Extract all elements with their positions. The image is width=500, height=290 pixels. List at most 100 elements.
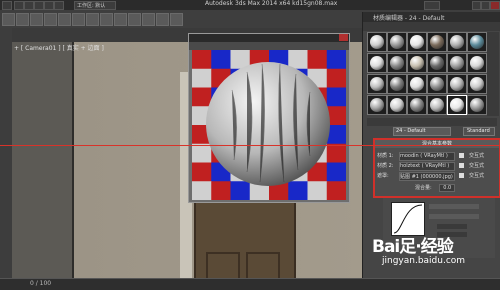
material-slot[interactable] [467, 32, 487, 52]
material-preview-window[interactable] [188, 33, 350, 203]
material-type-button[interactable]: Standard [463, 127, 495, 136]
minimize-icon[interactable] [472, 1, 481, 10]
material-name-value: 24 - Default [396, 128, 426, 134]
preview-title-bar[interactable] [189, 34, 349, 42]
toolbar-button-move[interactable] [16, 13, 29, 26]
material-slot[interactable] [367, 32, 387, 52]
sphere-icon [370, 77, 384, 91]
sphere-icon [390, 98, 404, 112]
material-slot[interactable] [447, 95, 467, 115]
material-1-button[interactable]: moodin ( VRayMtl ) [399, 152, 455, 161]
mask-value: 贴图 #1 (000000.jpg) [400, 174, 453, 180]
material-2-interactive[interactable]: 交互式 [469, 162, 493, 169]
save-file-icon[interactable] [34, 1, 44, 10]
material-slot[interactable] [407, 32, 427, 52]
close-icon[interactable] [490, 1, 500, 10]
material-1-checkbox[interactable] [459, 153, 464, 158]
redo-icon[interactable] [54, 1, 64, 10]
params-rollout-title[interactable]: 混合基本参数 [375, 140, 499, 148]
material-slot[interactable] [367, 74, 387, 94]
toolbar-button-curve[interactable] [114, 13, 127, 26]
material-slot[interactable] [407, 95, 427, 115]
material-slot[interactable] [367, 53, 387, 73]
toolbar-button-schematic[interactable] [128, 13, 141, 26]
viewport-wall-left [12, 42, 74, 278]
checker-cell [192, 162, 212, 182]
checker-cell [326, 143, 346, 163]
material-1-interactive[interactable]: 交互式 [469, 152, 493, 159]
close-icon[interactable] [339, 34, 348, 41]
material-slot[interactable] [387, 53, 407, 73]
material-slot[interactable] [467, 53, 487, 73]
mask-label: 遮罩: [377, 173, 389, 179]
material-2-label: 材质 2: [377, 163, 394, 169]
material-slot[interactable] [467, 74, 487, 94]
material-slot[interactable] [407, 74, 427, 94]
baidu-url: jingyan.baidu.com [382, 256, 466, 266]
material-2-button[interactable]: holztext ( VRayMtl ) [399, 162, 455, 171]
material-slot[interactable] [447, 32, 467, 52]
material-name-field[interactable]: 24 - Default [393, 127, 451, 136]
toolbar-button-render[interactable] [170, 13, 183, 26]
material-slot[interactable] [387, 95, 407, 115]
blend-basic-parameters: 混合基本参数 材质 1: moodin ( VRayMtl ) 交互式 材质 2… [373, 138, 500, 198]
toolbar-button-rotate[interactable] [30, 13, 43, 26]
time-slider-bar[interactable]: 0 / 100 [0, 278, 500, 290]
new-file-icon[interactable] [14, 1, 24, 10]
material-slot[interactable] [427, 32, 447, 52]
sphere-icon [450, 56, 464, 70]
mix-amount-spinner[interactable]: 0.0 [439, 184, 456, 192]
checker-cell [192, 87, 212, 107]
toolbar-button-render-setup[interactable] [156, 13, 169, 26]
toolbar-button-scale[interactable] [44, 13, 57, 26]
mix-curve-graph[interactable] [391, 202, 425, 236]
material-slot[interactable] [447, 53, 467, 73]
toolbar-button-layers[interactable] [100, 13, 113, 26]
sphere-icon [410, 35, 424, 49]
window-title: Autodesk 3ds Max 2014 x64 kd15gn08.max [205, 0, 338, 7]
material-slot[interactable] [447, 74, 467, 94]
sphere-icon [370, 35, 384, 49]
baidu-watermark: Bai足·经验 jingyan.baidu.com [372, 232, 500, 278]
material-editor-menu[interactable] [363, 22, 500, 31]
sphere-icon [410, 98, 424, 112]
checker-cell [326, 181, 346, 200]
mask-checkbox[interactable] [459, 173, 464, 178]
material-slot[interactable] [427, 95, 447, 115]
upper-spinner[interactable] [437, 224, 467, 229]
toolbar-button-snap[interactable] [58, 13, 71, 26]
sphere-icon [470, 77, 484, 91]
app-logo-icon[interactable] [2, 1, 12, 10]
mask-interactive[interactable]: 交互式 [469, 172, 493, 179]
viewport-label[interactable]: + [ Camera01 ] [ 真实 + 边面 ] [14, 43, 104, 52]
toolbar-button-select[interactable] [2, 13, 15, 26]
toolbar-button-material-editor[interactable] [142, 13, 155, 26]
material-2-checkbox[interactable] [459, 163, 464, 168]
undo-icon[interactable] [44, 1, 54, 10]
material-slot[interactable] [387, 32, 407, 52]
checker-cell [326, 162, 346, 182]
material-slot[interactable] [467, 95, 487, 115]
material-slot[interactable] [367, 95, 387, 115]
mask-button[interactable]: 贴图 #1 (000000.jpg) [399, 172, 455, 181]
material-slot[interactable] [407, 53, 427, 73]
use-curve-checkbox[interactable] [429, 204, 479, 209]
workspace-dropdown[interactable]: 工作区: 默认 [74, 1, 116, 10]
sphere-icon [410, 56, 424, 70]
material-slot[interactable] [427, 53, 447, 73]
material-slot[interactable] [427, 74, 447, 94]
sphere-icon [430, 35, 444, 49]
open-file-icon[interactable] [24, 1, 34, 10]
material-slot[interactable] [387, 74, 407, 94]
checker-cell [307, 50, 328, 70]
search-field[interactable] [424, 1, 440, 10]
material-type-label: Standard [467, 128, 490, 134]
material-slot-grid [367, 32, 487, 116]
material-2-value: holztext ( VRayMtl ) [400, 163, 450, 169]
material-1-value: moodin ( VRayMtl ) [400, 153, 448, 159]
maximize-icon[interactable] [481, 1, 490, 10]
toolbar-button-mirror[interactable] [72, 13, 85, 26]
material-editor-title-bar[interactable]: 材质编辑器 - 24 - Default [363, 12, 500, 22]
baidu-logo: Bai足·经验 [372, 237, 454, 257]
toolbar-button-align[interactable] [86, 13, 99, 26]
